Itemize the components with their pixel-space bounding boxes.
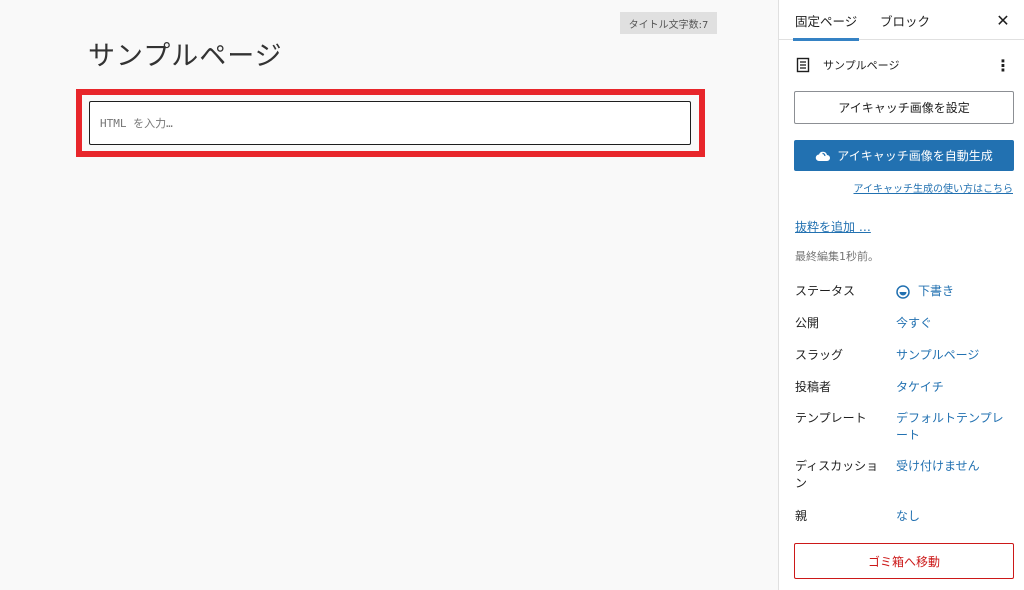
more-vertical-icon: ⋮	[995, 55, 1011, 75]
cloud-icon	[816, 151, 831, 161]
status-value: 下書き	[918, 284, 955, 298]
auto-generate-label: アイキャッチ画像を自動生成	[837, 149, 993, 163]
meta-label-status: ステータス	[795, 284, 856, 298]
parent-value-button[interactable]: なし	[896, 508, 1006, 525]
page-title[interactable]: サンプルページ	[88, 34, 283, 73]
meta-label-publish: 公開	[795, 316, 820, 330]
page-icon	[796, 57, 810, 73]
close-icon: ✕	[996, 10, 1010, 30]
draft-status-icon	[896, 284, 910, 299]
editor-canvas: タイトル文字数:7 サンプルページ	[0, 0, 778, 590]
sidebar-tabs: 固定ページ ブロック ✕	[779, 0, 1024, 41]
tab-page[interactable]: 固定ページ	[792, 0, 860, 41]
html-input[interactable]	[89, 101, 691, 145]
status-value-button[interactable]: 下書き	[896, 283, 1006, 300]
move-to-trash-button[interactable]: ゴミ箱へ移動	[794, 543, 1014, 579]
close-sidebar-button[interactable]: ✕	[992, 9, 1014, 31]
author-value-button[interactable]: タケイチ	[896, 379, 1006, 396]
auto-generate-featured-image-button[interactable]: アイキャッチ画像を自動生成	[794, 140, 1014, 171]
featured-image-help-link[interactable]: アイキャッチ生成の使い方はこちら	[854, 180, 1014, 195]
settings-sidebar: 固定ページ ブロック ✕ サンプルページ ⋮ アイキャッチ画像を設定 アイキャッ…	[778, 0, 1024, 590]
slug-value-button[interactable]: サンプルページ	[896, 347, 1006, 364]
meta-label-template: テンプレート	[795, 411, 867, 425]
template-value-button[interactable]: デフォルトテンプレート	[896, 410, 1006, 444]
last-edited-text: 最終編集1秒前。	[795, 250, 879, 263]
document-title: サンプルページ	[823, 59, 900, 72]
discussion-value-button[interactable]: 受け付けません	[896, 458, 1006, 475]
title-char-count-badge: タイトル文字数:7	[620, 12, 717, 34]
meta-label-slug: スラッグ	[795, 348, 844, 362]
publish-value-button[interactable]: 今すぐ	[896, 315, 1006, 332]
add-excerpt-link[interactable]: 抜粋を追加 …	[795, 218, 871, 235]
meta-label-discussion: ディスカッション	[795, 459, 879, 490]
document-summary: サンプルページ ⋮	[795, 54, 1017, 76]
set-featured-image-button[interactable]: アイキャッチ画像を設定	[794, 91, 1014, 124]
tab-block[interactable]: ブロック	[880, 0, 930, 40]
more-options-button[interactable]: ⋮	[995, 54, 1011, 76]
meta-label-author: 投稿者	[795, 380, 832, 394]
meta-label-parent: 親	[795, 509, 808, 523]
